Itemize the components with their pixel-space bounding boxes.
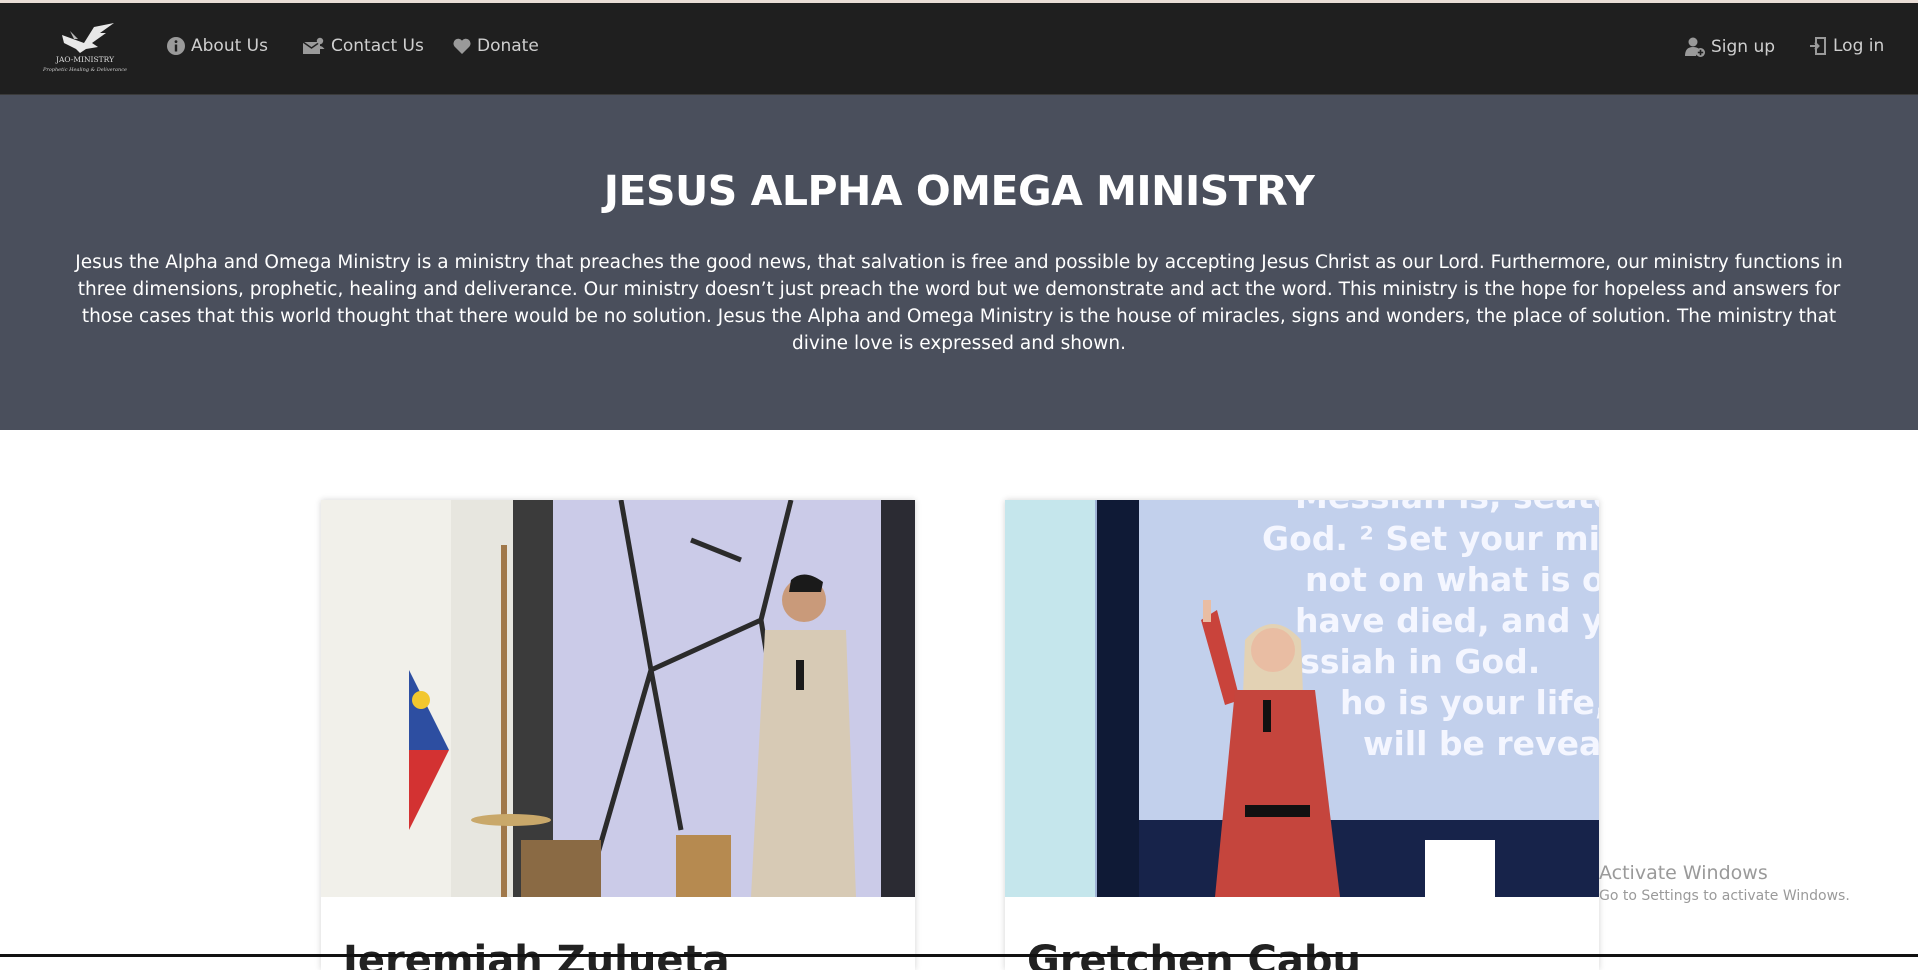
leader-card-2[interactable]: Messiah is, seate God. ² Set your min no…: [1005, 500, 1599, 970]
svg-text:not on what is on: not on what is on: [1305, 560, 1599, 599]
info-icon: [167, 37, 185, 55]
nav-about-us-label: About Us: [191, 36, 268, 56]
heart-icon: [453, 38, 471, 54]
activate-windows-watermark: Activate Windows Go to Settings to activ…: [1599, 862, 1850, 904]
svg-text:God. ² Set your min: God. ² Set your min: [1262, 519, 1599, 558]
svg-text:Messiah is, seate: Messiah is, seate: [1295, 500, 1599, 516]
nav-sign-up[interactable]: Sign up: [1684, 36, 1775, 58]
leader-card-1[interactable]: Jeremiah Zulueta: [321, 500, 915, 970]
svg-text:ho is your life,: ho is your life,: [1340, 683, 1599, 722]
svg-text:JAO-MINISTRY: JAO-MINISTRY: [55, 55, 115, 64]
top-navbar: JAO-MINISTRY Prophetic Healing & Deliver…: [0, 3, 1918, 95]
nav-contact-us-label: Contact Us: [331, 36, 424, 56]
svg-text:will be reveal: will be reveal: [1363, 724, 1599, 763]
add-user-icon: [1685, 37, 1705, 57]
page-title: JESUS ALPHA OMEGA MINISTRY: [603, 167, 1315, 215]
nav-log-in-label: Log in: [1833, 36, 1885, 56]
nav-log-in[interactable]: Log in: [1808, 36, 1884, 56]
leader-photo-1: [321, 500, 915, 897]
nav-sign-up-label: Sign up: [1711, 37, 1776, 57]
nav-about-us[interactable]: About Us: [166, 36, 268, 56]
leader-photo-2: Messiah is, seate God. ² Set your min no…: [1005, 500, 1599, 897]
nav-contact-us[interactable]: Contact Us: [302, 36, 424, 56]
nav-donate-label: Donate: [477, 36, 539, 56]
watermark-subtitle: Go to Settings to activate Windows.: [1599, 888, 1850, 904]
hero-banner: JESUS ALPHA OMEGA MINISTRY Jesus the Alp…: [0, 95, 1918, 430]
svg-text:have died, and yo: have died, and yo: [1295, 601, 1599, 640]
contact-icon: [302, 37, 325, 54]
eagle-icon: [62, 23, 114, 53]
svg-text:Prophetic Healing & Deliveranc: Prophetic Healing & Deliverance: [42, 67, 127, 73]
watermark-title: Activate Windows: [1599, 862, 1768, 884]
ministry-description: Jesus the Alpha and Omega Ministry is a …: [75, 252, 1843, 354]
login-icon: [1810, 37, 1826, 55]
nav-donate[interactable]: Donate: [452, 36, 539, 56]
ministry-logo[interactable]: JAO-MINISTRY Prophetic Healing & Deliver…: [34, 21, 136, 75]
